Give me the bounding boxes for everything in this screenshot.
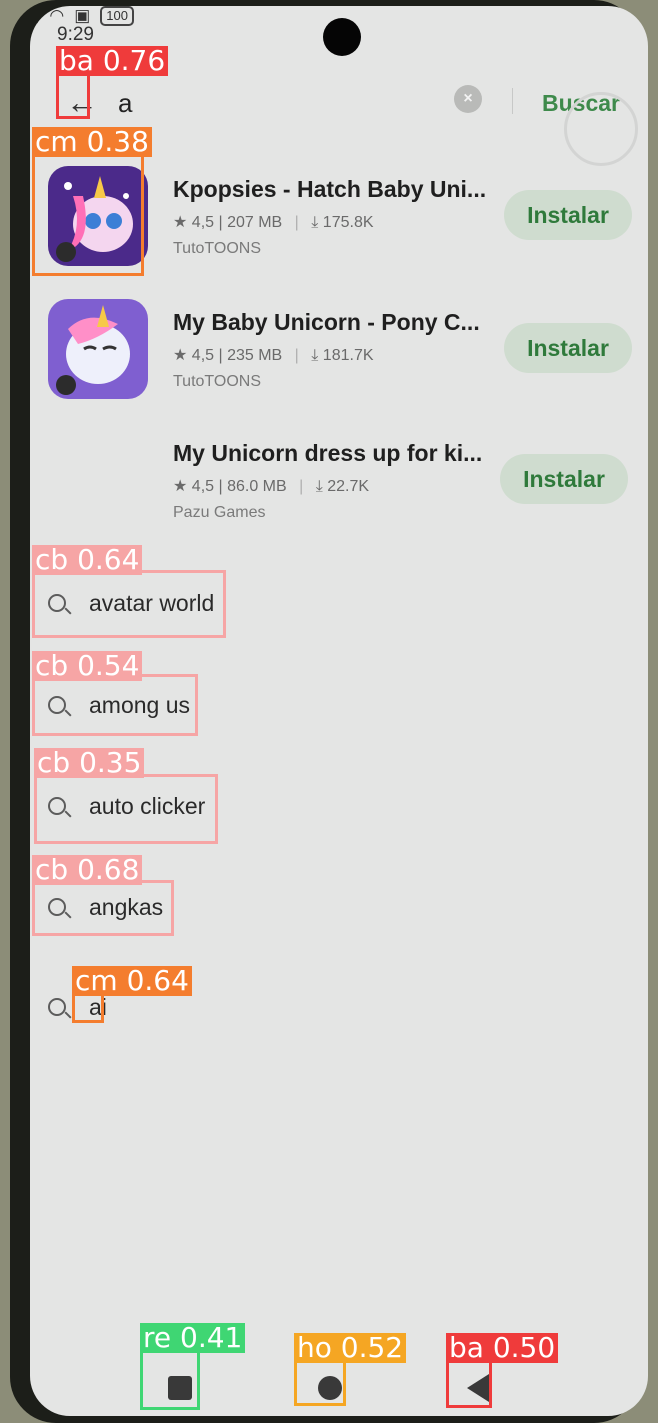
detection-box (446, 1358, 492, 1408)
detection-label: cb 0.68 (32, 855, 143, 885)
app-rating-size: ★ 4,5 | 86.0 MB (173, 478, 287, 495)
app-name: My Unicorn dress up for ki... (173, 440, 483, 466)
detection-box (34, 774, 218, 844)
detection-box (72, 993, 104, 1023)
detection-box (32, 570, 226, 638)
detection-box (32, 880, 174, 936)
detection-box (32, 674, 198, 736)
detection-box (56, 73, 90, 119)
search-icon (48, 998, 66, 1016)
battery-indicator: 100 (100, 6, 134, 26)
detection-label: cb 0.35 (34, 748, 145, 778)
search-bar: ← a × Buscar (30, 76, 648, 132)
sim-icon: ▣ (74, 6, 91, 25)
detection-box (294, 1358, 346, 1406)
app-name: My Baby Unicorn - Pony C... (173, 309, 480, 335)
app-rating-size: ★ 4,5 | 235 MB (173, 347, 283, 364)
loading-spinner (564, 92, 638, 166)
app-name: Kpopsies - Hatch Baby Uni... (173, 176, 487, 202)
detection-label: ba 0.76 (56, 46, 169, 76)
app-downloads: ⤓ 181.7K (311, 347, 374, 364)
front-camera (323, 18, 361, 56)
app-developer: TutoTOONS (173, 240, 262, 257)
detection-label: re 0.41 (140, 1323, 246, 1353)
detection-label: cb 0.64 (32, 545, 143, 575)
app-result-item[interactable]: My Unicorn dress up for ki... ★ 4,5 | 86… (30, 430, 648, 542)
nfc-icon: ▯ (30, 6, 40, 25)
detection-label: ho 0.52 (294, 1333, 407, 1363)
app-icon-placeholder (48, 430, 148, 530)
detection-label: cm 0.64 (72, 966, 192, 996)
wifi-icon: ◠ (49, 6, 65, 25)
status-time: 9:29 (57, 24, 94, 45)
detection-box (140, 1350, 200, 1410)
search-input[interactable]: a (118, 88, 132, 119)
detection-label: ba 0.50 (446, 1333, 559, 1363)
install-button[interactable]: Instalar (504, 323, 632, 373)
app-icon-my-baby-unicorn (48, 299, 148, 399)
app-developer: TutoTOONS (173, 373, 262, 390)
app-meta: ★ 4,5 | 86.0 MB | ⤓ 22.7K (173, 478, 370, 495)
app-result-item[interactable]: My Baby Unicorn - Pony C... ★ 4,5 | 235 … (30, 299, 648, 411)
app-meta: ★ 4,5 | 207 MB | ⤓ 175.8K (173, 214, 374, 231)
detection-label: cm 0.38 (32, 127, 152, 157)
clear-icon[interactable]: × (454, 85, 482, 113)
app-developer: Pazu Games (173, 504, 266, 521)
app-meta: ★ 4,5 | 235 MB | ⤓ 181.7K (173, 347, 374, 364)
app-downloads: ⤓ 175.8K (311, 214, 374, 231)
divider (512, 88, 513, 114)
detection-label: cb 0.54 (32, 651, 143, 681)
detection-box (32, 154, 144, 276)
install-button[interactable]: Instalar (500, 454, 628, 504)
app-downloads: ⤓ 22.7K (315, 478, 370, 495)
install-button[interactable]: Instalar (504, 190, 632, 240)
app-rating-size: ★ 4,5 | 207 MB (173, 214, 283, 231)
